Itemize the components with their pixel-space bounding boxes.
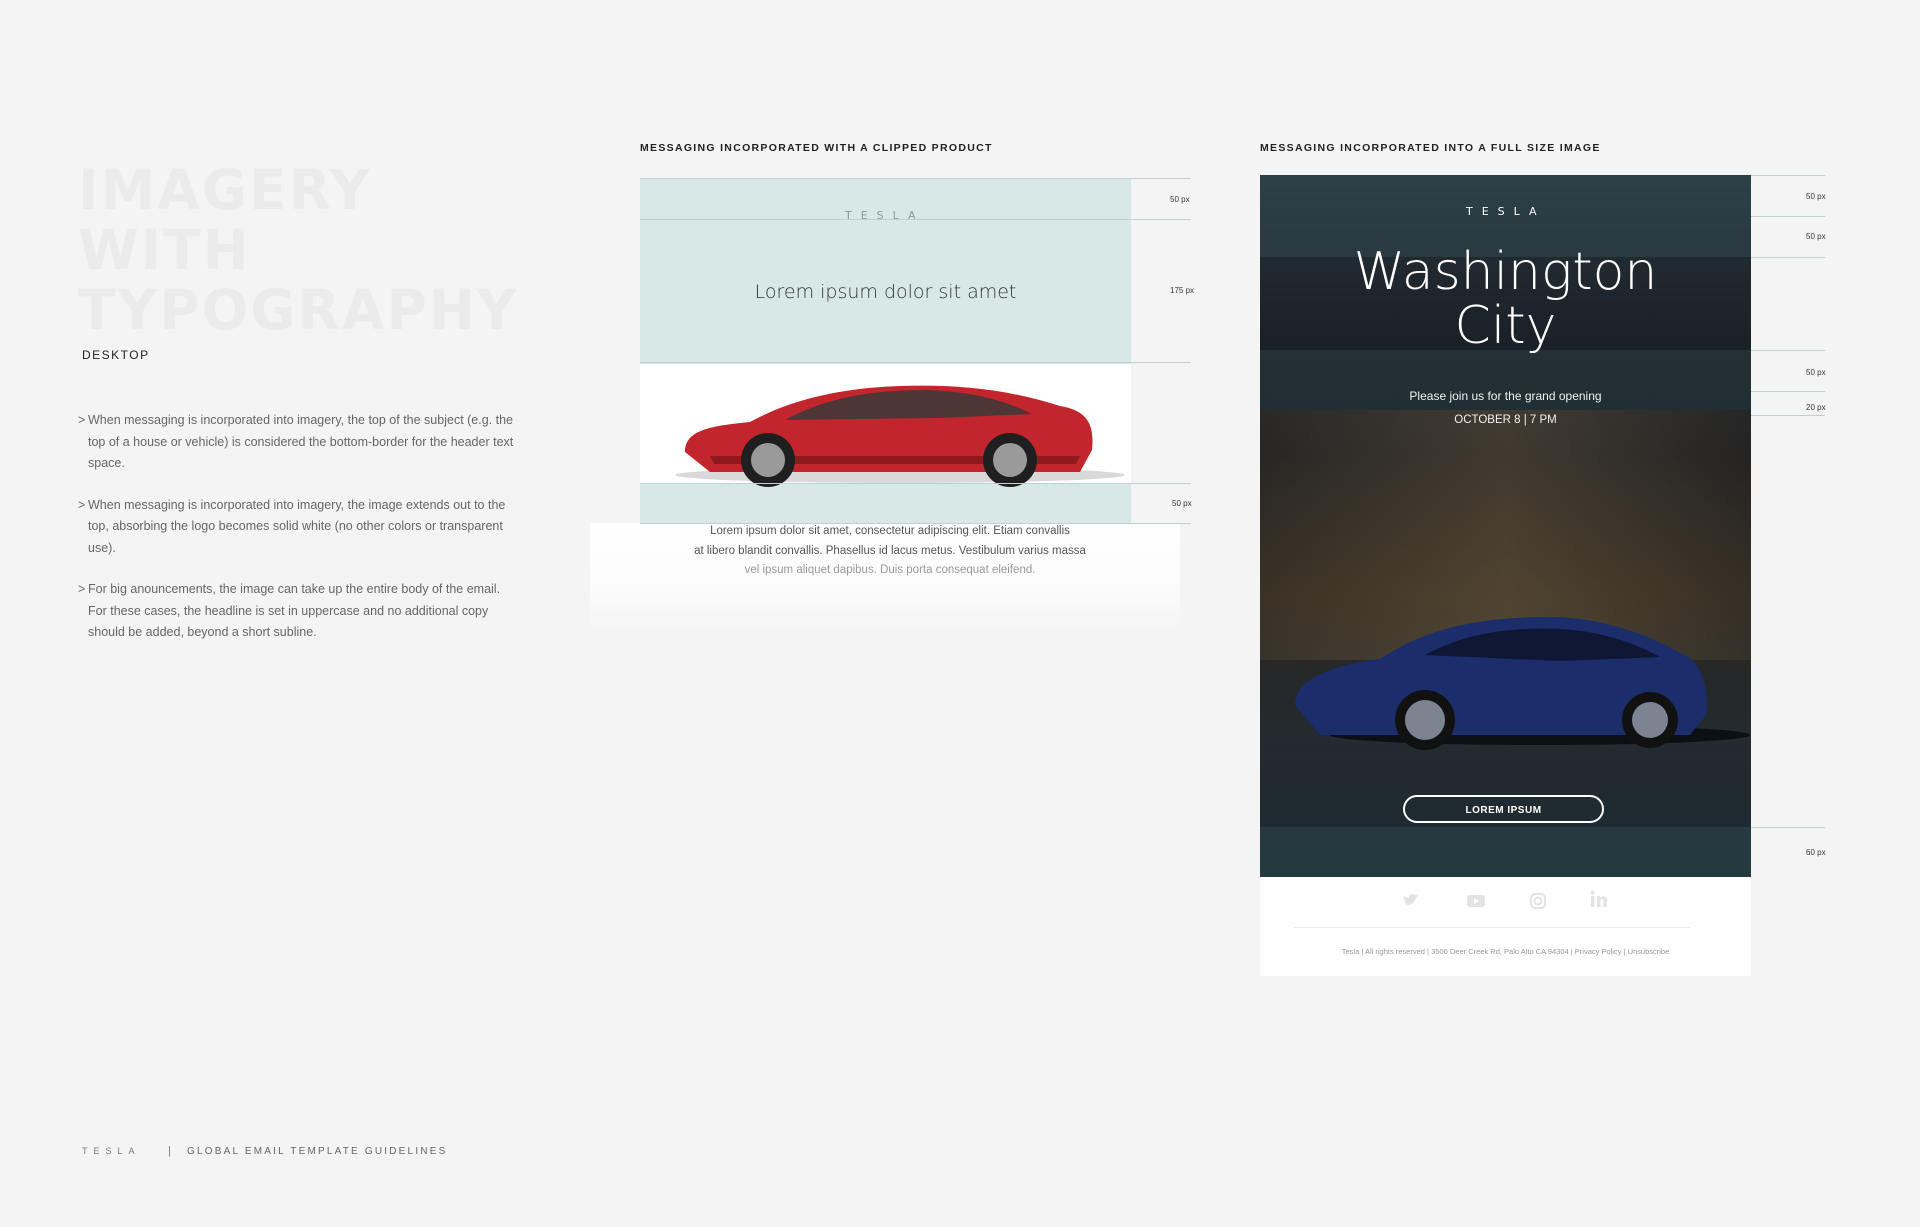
clipped-headline: Lorem ipsum dolor sit amet bbox=[754, 281, 1017, 303]
tesla-logo-white: TESLA bbox=[1466, 205, 1546, 218]
page-title-line: TYPOGRAPHY bbox=[78, 278, 519, 342]
spacing-guide bbox=[1751, 216, 1825, 217]
body-line: at libero blandit convallis. Phasellus i… bbox=[694, 544, 1086, 557]
page-title-line: IMAGERY bbox=[78, 158, 372, 222]
guideline-text: When messaging is incorporated into imag… bbox=[88, 413, 514, 470]
page-title-line: WITH bbox=[78, 218, 251, 282]
spacing-guide bbox=[640, 362, 1191, 363]
spacing-guide bbox=[640, 178, 1191, 179]
guideline-list: > When messaging is incorporated into im… bbox=[78, 410, 518, 664]
guideline-item: > For big anouncements, the image can ta… bbox=[78, 579, 518, 644]
event-date: OCTOBER 8 | 7 PM bbox=[1454, 414, 1557, 426]
headline-line: Washington bbox=[1353, 242, 1658, 302]
spacing-guide bbox=[1751, 257, 1825, 258]
spacing-guide bbox=[1751, 415, 1825, 416]
spacing-guide bbox=[1751, 175, 1825, 176]
footer-separator: | bbox=[168, 1145, 171, 1157]
guideline-item: > When messaging is incorporated into im… bbox=[78, 495, 518, 560]
instagram-icon[interactable] bbox=[1529, 892, 1547, 910]
headline-line: City bbox=[1454, 296, 1557, 356]
spacing-guide bbox=[1751, 827, 1825, 828]
px-label: 50 px bbox=[1806, 192, 1826, 201]
lorem-ipsum-button[interactable]: LOREM IPSUM bbox=[1403, 795, 1604, 823]
px-label: 50 px bbox=[1806, 232, 1826, 241]
px-label: 50 px bbox=[1172, 499, 1192, 508]
twitter-icon[interactable] bbox=[1403, 892, 1421, 910]
px-label: 20 px bbox=[1806, 403, 1826, 412]
body-line: vel ipsum aliquet dapibus. Duis porta co… bbox=[744, 564, 1036, 576]
guideline-text: For big anouncements, the image can take… bbox=[88, 582, 501, 639]
blue-car-image bbox=[1295, 617, 1750, 750]
email-footer-text: Tesla | All rights reserved | 3500 Deer … bbox=[1341, 947, 1670, 956]
px-label: 50 px bbox=[1170, 195, 1190, 204]
body-line: Lorem ipsum dolor sit amet, consectetur … bbox=[710, 525, 1070, 537]
bullet-marker: > bbox=[78, 413, 86, 427]
footer-divider bbox=[1294, 927, 1690, 928]
bullet-marker: > bbox=[78, 497, 86, 512]
clipped-section-label: MESSAGING INCORPORATED WITH A CLIPPED PR… bbox=[640, 142, 993, 154]
spacing-guide bbox=[640, 523, 1191, 524]
guideline-text: When messaging is incorporated into imag… bbox=[88, 497, 506, 555]
footer-title: GLOBAL EMAIL TEMPLATE GUIDELINES bbox=[187, 1146, 448, 1157]
youtube-icon[interactable] bbox=[1466, 892, 1486, 910]
spacing-guide bbox=[1751, 350, 1825, 351]
linkedin-icon[interactable] bbox=[1589, 889, 1609, 909]
px-label: 60 px bbox=[1806, 848, 1826, 857]
spacing-guide bbox=[1751, 391, 1825, 392]
section-subhead: DESKTOP bbox=[82, 348, 150, 362]
full-headline: Washington City bbox=[1260, 245, 1751, 353]
bullet-marker: > bbox=[78, 582, 86, 596]
page-title: IMAGERY WITH TYPOGRAPHY bbox=[78, 160, 538, 340]
red-car-image bbox=[675, 385, 1125, 487]
cta-band bbox=[1260, 827, 1751, 877]
spacing-guide bbox=[640, 219, 1191, 220]
footer-tesla-logo: TESLA bbox=[82, 1146, 141, 1156]
px-label: 175 px bbox=[1170, 286, 1195, 295]
full-section-label: MESSAGING INCORPORATED INTO A FULL SIZE … bbox=[1260, 142, 1601, 154]
spacing-guide bbox=[640, 483, 1191, 484]
clipped-body-text: Lorem ipsum dolor sit amet, consectetur … bbox=[670, 522, 1110, 581]
guideline-item: > When messaging is incorporated into im… bbox=[78, 410, 518, 475]
px-label: 50 px bbox=[1806, 368, 1826, 377]
tesla-logo: TESLA bbox=[845, 209, 925, 222]
invite-text: Please join us for the grand opening bbox=[1409, 389, 1602, 403]
